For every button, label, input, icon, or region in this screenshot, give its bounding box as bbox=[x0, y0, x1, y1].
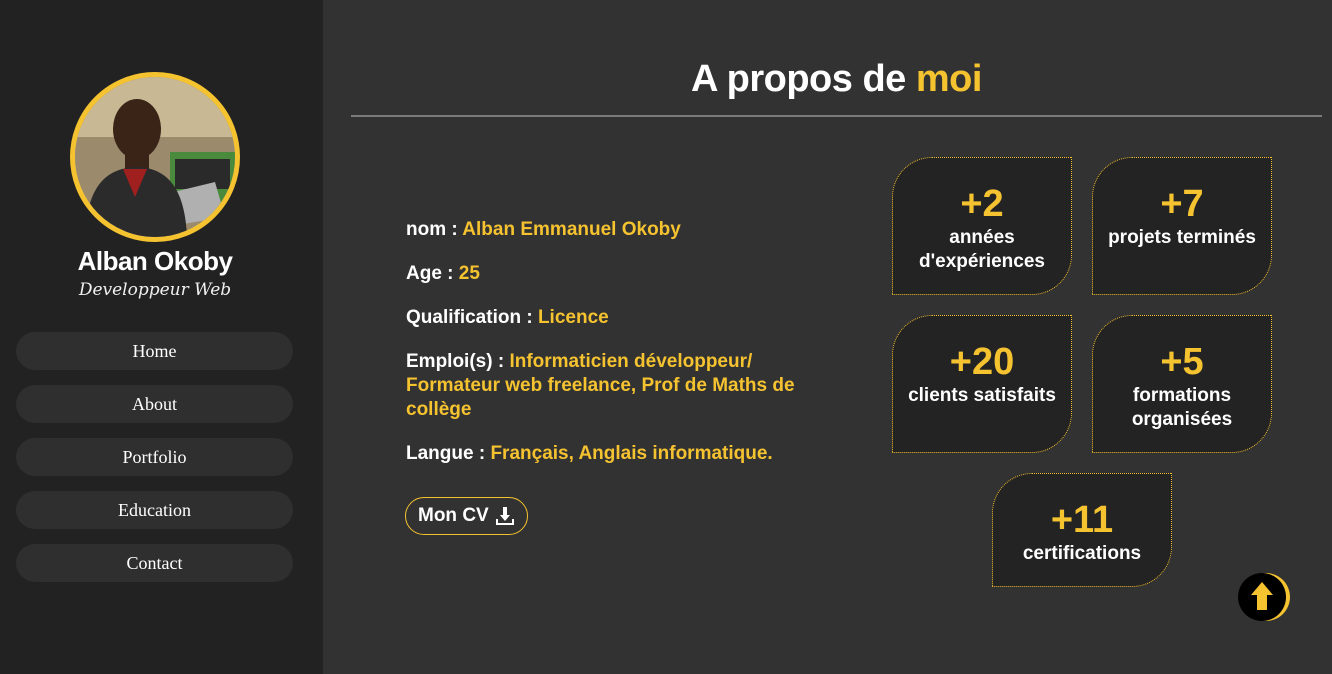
sidebar: Alban Okoby Developpeur Web Home About P… bbox=[0, 0, 323, 674]
nav-item-home[interactable]: Home bbox=[16, 332, 293, 370]
stat-label: clients satisfaits bbox=[908, 385, 1056, 406]
stat-number: +20 bbox=[949, 341, 1015, 383]
nav-item-about[interactable]: About bbox=[16, 385, 293, 423]
info-label: Emploi(s) : bbox=[406, 351, 510, 372]
page-title: A propos de moi bbox=[351, 58, 1322, 101]
stat-number: +7 bbox=[1160, 183, 1204, 225]
download-icon bbox=[495, 507, 514, 525]
stat-number: +11 bbox=[1050, 499, 1114, 541]
info-label: Langue : bbox=[406, 443, 491, 464]
nav-menu: Home About Portfolio Education Contact bbox=[16, 332, 293, 597]
stat-number: +5 bbox=[1160, 341, 1204, 383]
info-row-name: nom : Alban Emmanuel Okoby bbox=[406, 218, 826, 242]
profile-name: Alban Okoby bbox=[77, 246, 233, 276]
info-list: nom : Alban Emmanuel Okoby Age : 25 Qual… bbox=[406, 218, 826, 486]
info-row-qualification: Qualification : Licence bbox=[406, 306, 826, 330]
page-title-main: A propos de bbox=[691, 58, 916, 100]
nav-item-contact[interactable]: Contact bbox=[16, 544, 293, 582]
info-label: nom : bbox=[406, 219, 463, 240]
info-label: Age : bbox=[406, 263, 459, 284]
info-value: 25 bbox=[458, 263, 480, 284]
cv-button-label: Mon CV bbox=[418, 505, 489, 526]
nav-item-education[interactable]: Education bbox=[16, 491, 293, 529]
info-row-jobs: Emploi(s) : Informaticien développeur/ F… bbox=[406, 350, 826, 422]
stat-number: +2 bbox=[960, 183, 1004, 225]
stat-label: certifications bbox=[1022, 543, 1142, 564]
avatar bbox=[70, 72, 240, 242]
info-value: Licence bbox=[537, 307, 609, 328]
nav-item-portfolio[interactable]: Portfolio bbox=[16, 438, 293, 476]
info-row-languages: Langue : Français, Anglais informatique. bbox=[406, 442, 826, 466]
info-label: Qualification : bbox=[406, 307, 538, 328]
stat-label: années d'expériences bbox=[919, 227, 1045, 272]
stat-card-certifications: +11 certifications bbox=[992, 473, 1172, 587]
scroll-to-top-button[interactable] bbox=[1238, 572, 1292, 622]
cv-download-button[interactable]: Mon CV bbox=[405, 497, 528, 535]
title-divider bbox=[351, 115, 1322, 117]
stat-card-clients: +20 clients satisfaits bbox=[892, 315, 1072, 453]
profile-role: Developpeur Web bbox=[78, 280, 232, 300]
stat-card-projects: +7 projets terminés bbox=[1092, 157, 1272, 295]
page-title-accent: moi bbox=[915, 58, 983, 100]
info-row-age: Age : 25 bbox=[406, 262, 826, 286]
stat-label: formations organisées bbox=[1131, 385, 1233, 430]
profile-photo bbox=[75, 77, 235, 237]
stat-card-experience: +2 années d'expériences bbox=[892, 157, 1072, 295]
info-value: Français, Anglais informatique. bbox=[490, 443, 773, 464]
stat-card-trainings: +5 formations organisées bbox=[1092, 315, 1272, 453]
arrow-up-icon bbox=[1238, 573, 1290, 621]
stat-label: projets terminés bbox=[1108, 227, 1256, 248]
info-value: Alban Emmanuel Okoby bbox=[462, 219, 681, 240]
